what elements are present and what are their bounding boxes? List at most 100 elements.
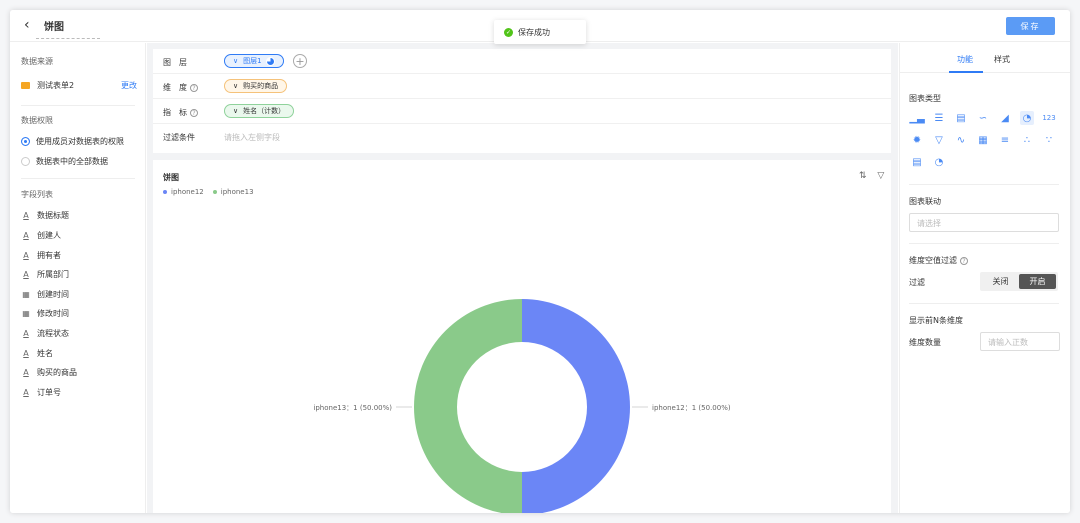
permission-option-member[interactable]: 使用成员对数据表的权限 xyxy=(21,136,124,147)
divider xyxy=(909,184,1059,185)
divider xyxy=(909,303,1059,304)
field-label: 购买的商品 xyxy=(37,367,77,377)
help-icon[interactable]: ? xyxy=(190,84,198,92)
app-window: ‹ 饼图 保存 ✓ 保存成功 数据来源 测试表单2 更改 数据权限 使用成员对数… xyxy=(10,10,1070,513)
layer-pill[interactable]: ∨ 图层1 xyxy=(224,54,284,68)
text-field-icon: A xyxy=(23,348,29,358)
field-label: 姓名 xyxy=(37,348,53,358)
horizontal-bar-icon[interactable]: ☰ xyxy=(932,111,946,125)
title-underline xyxy=(36,38,100,39)
stacked-bar-icon[interactable]: ▤ xyxy=(954,111,968,125)
dimension-row: 维 度? ∨ 购买的商品 xyxy=(153,74,891,99)
radio-checked-icon[interactable] xyxy=(21,137,30,146)
chevron-left-icon[interactable]: ‹ xyxy=(24,17,30,33)
field-label: 流程状态 xyxy=(37,328,69,338)
layer-value: 图层1 xyxy=(243,57,262,65)
chart-type-title: 图表类型 xyxy=(909,94,941,103)
calendar-icon: ▦ xyxy=(22,308,30,318)
field-item[interactable]: A 所属部门 xyxy=(21,268,69,280)
calendar-icon: ▦ xyxy=(22,289,30,299)
filter-toggle-label: 过滤 xyxy=(909,278,925,287)
dimension-label-text: 维 度 xyxy=(163,83,187,92)
slice-label: iphone12：1 (50.00%) xyxy=(652,404,731,412)
indicator-card-icon[interactable]: ▤ xyxy=(910,155,924,169)
filter-label: 过滤条件 xyxy=(163,133,195,142)
field-item[interactable]: A 订单号 xyxy=(21,386,61,398)
save-button[interactable]: 保存 xyxy=(1006,17,1055,35)
divider xyxy=(21,178,135,179)
list-icon[interactable]: ≡ xyxy=(998,133,1012,147)
field-item[interactable]: A 数据标题 xyxy=(21,209,69,221)
tab-style[interactable]: 样式 xyxy=(994,54,1010,65)
null-filter-toggle[interactable]: 关闭 开启 xyxy=(980,272,1058,291)
config-panel: 图 层 ∨ 图层1 + 维 度? ∨ 购买的商品 指 标? ∨ 姓名（计数） 过… xyxy=(153,49,891,153)
field-item[interactable]: A 姓名 xyxy=(21,347,53,359)
metric-value: 姓名（计数） xyxy=(243,107,286,115)
scatter-icon[interactable]: ∴ xyxy=(1020,133,1034,147)
divider xyxy=(21,105,135,106)
number-card-icon[interactable]: 123 xyxy=(1042,111,1056,125)
area-chart-icon[interactable]: ◢ xyxy=(998,111,1012,125)
toast-text: 保存成功 xyxy=(518,27,550,37)
chevron-down-icon: ∨ xyxy=(233,57,239,65)
dim-count-input[interactable]: 请输入正数 xyxy=(980,332,1060,351)
field-item[interactable]: ▦ 修改时间 xyxy=(21,307,69,319)
field-item[interactable]: A 创建人 xyxy=(21,229,61,241)
chart-link-select[interactable]: 请选择 xyxy=(909,213,1059,232)
dimension-pill[interactable]: ∨ 购买的商品 xyxy=(224,79,288,93)
page-title[interactable]: 饼图 xyxy=(44,18,64,33)
field-item[interactable]: A 购买的商品 xyxy=(21,366,77,378)
combo-chart-icon[interactable]: ∿ xyxy=(954,133,968,147)
fields-title: 字段列表 xyxy=(21,190,53,199)
divider xyxy=(909,243,1059,244)
toggle-on[interactable]: 开启 xyxy=(1019,274,1056,289)
pie-chart-icon xyxy=(265,56,275,66)
filter-dropzone[interactable]: 请拖入左侧字段 xyxy=(224,132,280,143)
gauge-icon[interactable]: ◔ xyxy=(932,155,946,169)
radio-unchecked-icon[interactable] xyxy=(21,157,30,166)
text-field-icon: A xyxy=(23,328,29,338)
dimension-label: 维 度? xyxy=(163,82,198,93)
radar-icon[interactable]: ✹ xyxy=(910,133,924,147)
text-field-icon: A xyxy=(23,269,29,279)
field-label: 创建时间 xyxy=(37,289,69,299)
help-icon[interactable]: ? xyxy=(960,257,968,265)
toggle-off[interactable]: 关闭 xyxy=(982,274,1019,289)
source-name: 测试表单2 xyxy=(37,80,75,90)
dimension-value: 购买的商品 xyxy=(243,82,279,90)
funnel-icon[interactable]: ▽ xyxy=(932,133,946,147)
help-icon[interactable]: ? xyxy=(190,109,198,117)
field-label: 所属部门 xyxy=(37,269,69,279)
permission-option-label: 数据表中的全部数据 xyxy=(36,157,108,166)
chart-type-grid: ▁▃ ☰ ▤ ∽ ◢ ◔ 123 ✹ ▽ ∿ ▦ ≡ ∴ ∵ ▤ ◔ xyxy=(909,111,1065,169)
donut-chart: iphone12：1 (50.00%) iphone13：1 (50.00%) xyxy=(313,299,731,513)
pie-slice-iphone13[interactable] xyxy=(414,299,522,513)
field-label: 修改时间 xyxy=(37,308,69,318)
field-item[interactable]: ▦ 创建时间 xyxy=(21,288,69,300)
dim-count-label: 维度数量 xyxy=(909,338,941,347)
line-chart-icon[interactable]: ∽ xyxy=(976,111,990,125)
add-layer-button[interactable]: + xyxy=(293,54,307,68)
permission-option-all[interactable]: 数据表中的全部数据 xyxy=(21,156,108,167)
left-panel: 数据来源 测试表单2 更改 数据权限 使用成员对数据表的权限 数据表中的全部数据… xyxy=(10,43,146,513)
field-label: 订单号 xyxy=(37,387,61,397)
chart-link-title: 图表联动 xyxy=(909,197,941,206)
tab-function[interactable]: 功能 xyxy=(957,54,973,65)
field-item[interactable]: A 流程状态 xyxy=(21,327,69,339)
bubble-icon[interactable]: ∵ xyxy=(1042,133,1056,147)
metric-pill[interactable]: ∨ 姓名（计数） xyxy=(224,104,295,118)
chevron-down-icon: ∨ xyxy=(233,82,239,90)
bar-chart-icon[interactable]: ▁▃ xyxy=(909,111,924,125)
pie-slice-iphone12[interactable] xyxy=(522,299,630,513)
topn-title: 显示前N条维度 xyxy=(909,316,963,325)
metric-label: 指 标? xyxy=(163,107,198,118)
table-icon[interactable]: ▦ xyxy=(976,133,990,147)
layer-label: 图 层 xyxy=(163,58,187,67)
field-item[interactable]: A 拥有者 xyxy=(21,249,61,261)
pie-chart-icon[interactable]: ◔ xyxy=(1020,111,1034,125)
folder-icon xyxy=(21,81,30,89)
text-field-icon: A xyxy=(23,210,29,220)
chart-card: 饼图 ⇅ ▽ iphone12 iphone13 iphone12：1 (50.… xyxy=(153,160,891,513)
layer-row: 图 层 ∨ 图层1 + xyxy=(153,49,891,74)
change-source-link[interactable]: 更改 xyxy=(121,80,137,91)
